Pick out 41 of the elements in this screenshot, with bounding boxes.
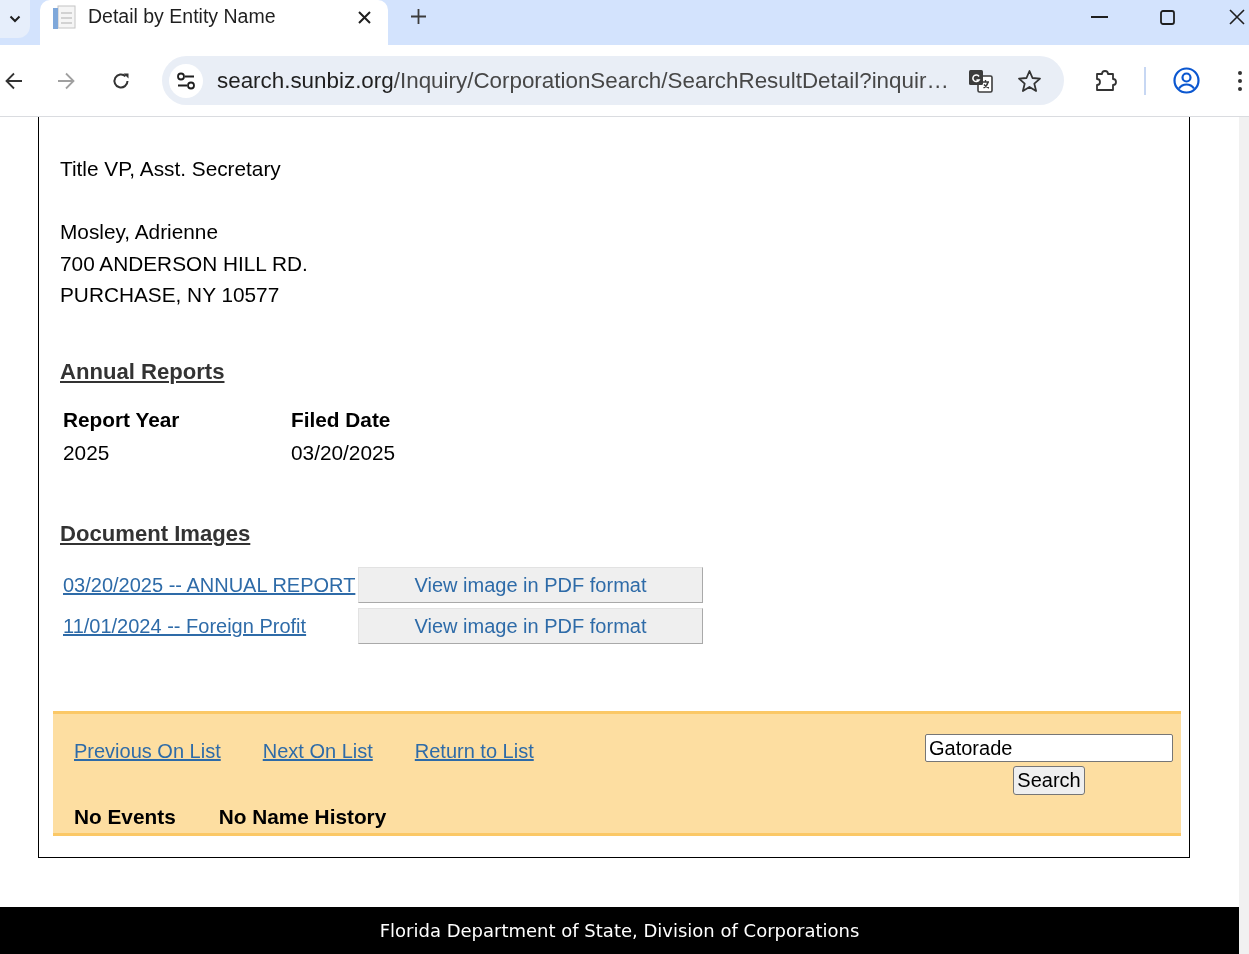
footer-text: Florida Department of State, Division of Corporations: [379, 919, 860, 943]
star-icon[interactable]: [1017, 68, 1042, 93]
close-icon[interactable]: [1229, 9, 1245, 25]
note-text: No Name History: [218, 804, 387, 829]
address-line: PURCHASE, NY 10577: [60, 282, 280, 308]
document-icon: [52, 4, 77, 30]
translate-icon[interactable]: [968, 67, 994, 94]
column-header: Report Year: [63, 407, 180, 431]
officer-title: Title VP, Asst. Secretary: [60, 156, 281, 182]
view-pdf-button[interactable]: View image in PDF format: [358, 566, 703, 603]
table-cell: 2025: [63, 440, 110, 464]
forward-icon[interactable]: [57, 71, 76, 90]
chevron-down-icon[interactable]: [9, 15, 21, 23]
section-heading: Annual Reports: [60, 357, 225, 386]
view-pdf-button[interactable]: View image in PDF format: [358, 607, 703, 644]
site-settings-icon[interactable]: [169, 63, 203, 98]
officer-name: Mosley, Adrienne: [60, 219, 218, 245]
puzzle-icon[interactable]: [1094, 68, 1119, 93]
document-link[interactable]: 03/20/2025 -- ANNUAL REPORT: [63, 573, 356, 596]
section-heading: Document Images: [60, 519, 251, 548]
more-menu-icon[interactable]: [1238, 70, 1242, 91]
reload-icon[interactable]: [111, 70, 131, 91]
close-icon[interactable]: [358, 10, 371, 24]
nav-link[interactable]: Return to List: [414, 738, 534, 763]
address-bar[interactable]: search.sunbiz.org/Inquiry/CorporationSearch/SearchResultDetail?inquir…: [162, 56, 1064, 105]
nav-link[interactable]: Next On List: [262, 738, 373, 763]
search-button[interactable]: Search: [1013, 765, 1085, 795]
back-icon[interactable]: [4, 71, 23, 90]
nav-link[interactable]: Previous On List: [74, 738, 221, 763]
address-line: 700 ANDERSON HILL RD.: [60, 250, 308, 277]
document-link[interactable]: 11/01/2024 -- Foreign Profit: [63, 614, 307, 637]
profile-icon[interactable]: [1173, 67, 1200, 94]
column-header: Filed Date: [291, 407, 391, 431]
plus-icon[interactable]: [411, 9, 426, 24]
scrollbar[interactable]: [1239, 117, 1249, 954]
tab-list-button[interactable]: [0, 0, 30, 38]
note-text: No Events: [74, 804, 176, 829]
table-cell: 03/20/2025: [291, 440, 396, 464]
search-field[interactable]: Gatorade: [925, 733, 1173, 762]
maximize-icon[interactable]: [1160, 9, 1175, 25]
browser-tab[interactable]: Detail by Entity Name: [40, 0, 388, 45]
